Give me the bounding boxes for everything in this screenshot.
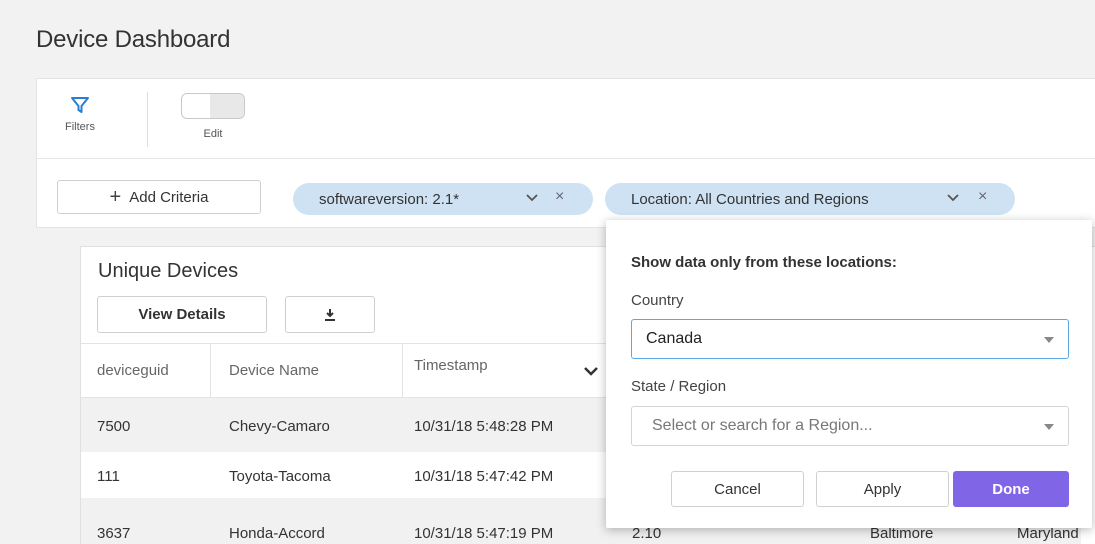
chip-label: softwareversion: 2.1* [319, 190, 460, 208]
country-label: Country [631, 292, 684, 309]
download-button[interactable] [285, 296, 375, 333]
region-label: State / Region [631, 378, 727, 395]
edit-switch[interactable] [181, 93, 245, 119]
cell-deviceguid: 3637 [97, 525, 131, 542]
chevron-down-icon[interactable] [946, 191, 960, 205]
add-criteria-button[interactable]: + Add Criteria [57, 180, 261, 214]
cell-device-name: Honda-Accord [229, 525, 325, 542]
toolbar-separator [147, 92, 148, 147]
cell-deviceguid: 7500 [97, 418, 131, 435]
card-title: Unique Devices [98, 260, 239, 282]
location-filter-popup: Show data only from these locations: Cou… [606, 220, 1092, 528]
region-select[interactable]: Select or search for a Region... [631, 406, 1069, 446]
plus-icon: + [109, 185, 122, 208]
chip-label: Location: All Countries and Regions [631, 190, 869, 208]
cell-timestamp: 10/31/18 5:47:42 PM [414, 468, 554, 485]
add-criteria-label: Add Criteria [129, 188, 209, 206]
caret-down-icon [1044, 337, 1054, 343]
filter-chip-softwareversion[interactable]: softwareversion: 2.1* × [293, 183, 593, 215]
download-icon [325, 308, 335, 321]
cell-deviceguid: 111 [97, 468, 120, 485]
column-header-timestamp[interactable]: Timestamp [414, 357, 488, 374]
column-header-deviceguid[interactable]: deviceguid [97, 362, 169, 379]
sort-chevron-icon[interactable] [583, 364, 599, 378]
toolbar-divider [36, 158, 1095, 159]
region-placeholder: Select or search for a Region... [652, 417, 873, 434]
caret-down-icon [1044, 424, 1054, 430]
page-title: Device Dashboard [36, 26, 231, 53]
cell-timestamp: 10/31/18 5:48:28 PM [414, 418, 554, 435]
cell-device-name: Toyota-Tacoma [229, 468, 331, 485]
done-button[interactable]: Done [953, 471, 1069, 507]
cell-device-name: Chevy-Camaro [229, 418, 330, 435]
cell-timestamp: 10/31/18 5:47:19 PM [414, 525, 554, 542]
filter-chip-location[interactable]: Location: All Countries and Regions × [605, 183, 1015, 215]
chevron-down-icon[interactable] [525, 191, 539, 205]
close-icon[interactable]: × [978, 188, 987, 206]
column-header-device-name[interactable]: Device Name [229, 362, 319, 379]
country-select[interactable]: Canada [631, 319, 1069, 359]
filters-button[interactable]: Filters [58, 95, 102, 133]
view-details-button[interactable]: View Details [97, 296, 267, 333]
column-separator [402, 343, 403, 397]
filters-label: Filters [65, 121, 95, 133]
cancel-button[interactable]: Cancel [671, 471, 804, 507]
country-value: Canada [646, 330, 703, 347]
filter-icon [71, 97, 89, 113]
column-separator [210, 343, 211, 397]
edit-toggle[interactable]: Edit [178, 93, 248, 140]
popup-title: Show data only from these locations: [631, 254, 897, 271]
apply-button[interactable]: Apply [816, 471, 949, 507]
close-icon[interactable]: × [555, 188, 564, 206]
edit-label: Edit [203, 128, 223, 140]
